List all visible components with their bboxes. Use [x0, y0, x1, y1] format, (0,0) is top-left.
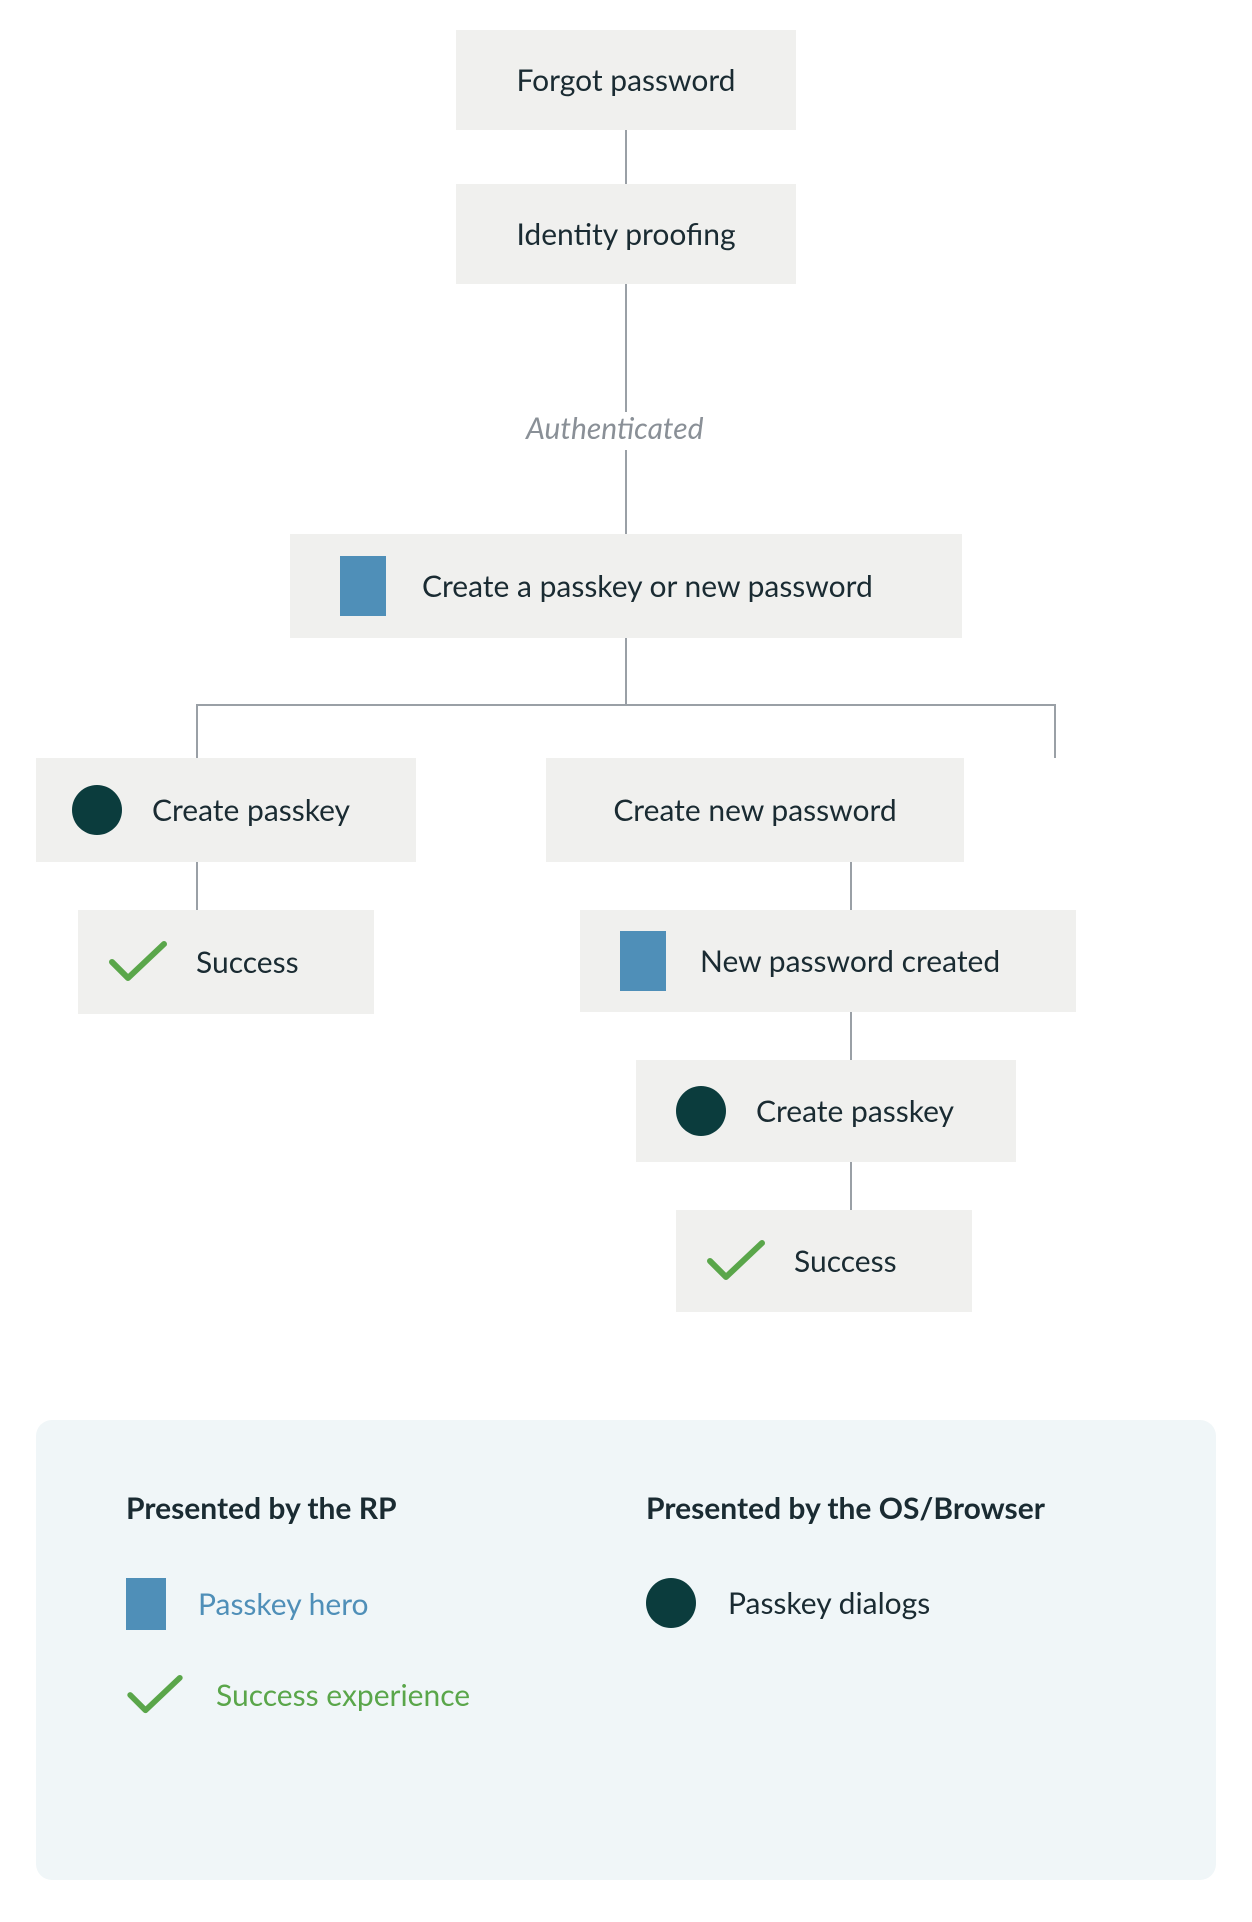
legend-item-passkey-hero: Passkey hero [126, 1578, 606, 1630]
legend-item-success-experience: Success experience [126, 1674, 606, 1716]
passkey-dialog-icon [676, 1086, 726, 1136]
passkey-dialog-icon [646, 1578, 696, 1628]
legend-heading-rp: Presented by the RP [126, 1490, 606, 1526]
passkey-hero-icon [340, 556, 386, 616]
node-create-passkey-right: Create passkey [636, 1060, 1016, 1162]
passkey-hero-icon [126, 1578, 166, 1630]
node-label: Create passkey [756, 1093, 954, 1129]
connector [1054, 704, 1056, 758]
connector [625, 638, 627, 704]
connector [196, 704, 1056, 706]
node-label: Forgot password [517, 62, 736, 98]
check-icon [706, 1239, 766, 1283]
connector [850, 862, 852, 910]
passkey-hero-icon [620, 931, 666, 991]
node-identity-proofing: Identity proofing [456, 184, 796, 284]
node-new-password-created: New password created [580, 910, 1076, 1012]
connector [625, 284, 627, 412]
flowchart-canvas: Forgot password Identity proofing Authen… [0, 0, 1252, 1922]
node-label: New password created [700, 943, 1000, 979]
legend-column-os: Presented by the OS/Browser Passkey dial… [646, 1490, 1126, 1800]
node-success-left: Success [78, 910, 374, 1014]
node-label: Create passkey [152, 792, 350, 828]
check-icon [126, 1674, 184, 1716]
connector [850, 1012, 852, 1060]
legend-panel: Presented by the RP Passkey hero Success… [36, 1420, 1216, 1880]
state-authenticated: Authenticated [526, 410, 703, 446]
connector [625, 450, 627, 534]
legend-label: Passkey dialogs [728, 1585, 930, 1621]
state-label-text: Authenticated [526, 410, 703, 446]
legend-column-rp: Presented by the RP Passkey hero Success… [126, 1490, 606, 1800]
legend-label: Passkey hero [198, 1586, 369, 1622]
node-create-passkey-left: Create passkey [36, 758, 416, 862]
node-label: Identity proofing [516, 216, 735, 252]
node-label: Create new password [613, 792, 896, 828]
node-create-new-password: Create new password [546, 758, 964, 862]
legend-label: Success experience [216, 1677, 470, 1713]
node-label: Create a passkey or new password [422, 568, 873, 604]
node-label: Success [794, 1243, 897, 1279]
legend-item-passkey-dialogs: Passkey dialogs [646, 1578, 1126, 1628]
check-icon [108, 940, 168, 984]
connector [625, 130, 627, 184]
node-create-choice: Create a passkey or new password [290, 534, 962, 638]
node-forgot-password: Forgot password [456, 30, 796, 130]
connector [196, 862, 198, 910]
node-label: Success [196, 944, 299, 980]
legend-heading-os: Presented by the OS/Browser [646, 1490, 1126, 1526]
node-success-right: Success [676, 1210, 972, 1312]
connector [196, 704, 198, 758]
passkey-dialog-icon [72, 785, 122, 835]
connector [850, 1162, 852, 1210]
